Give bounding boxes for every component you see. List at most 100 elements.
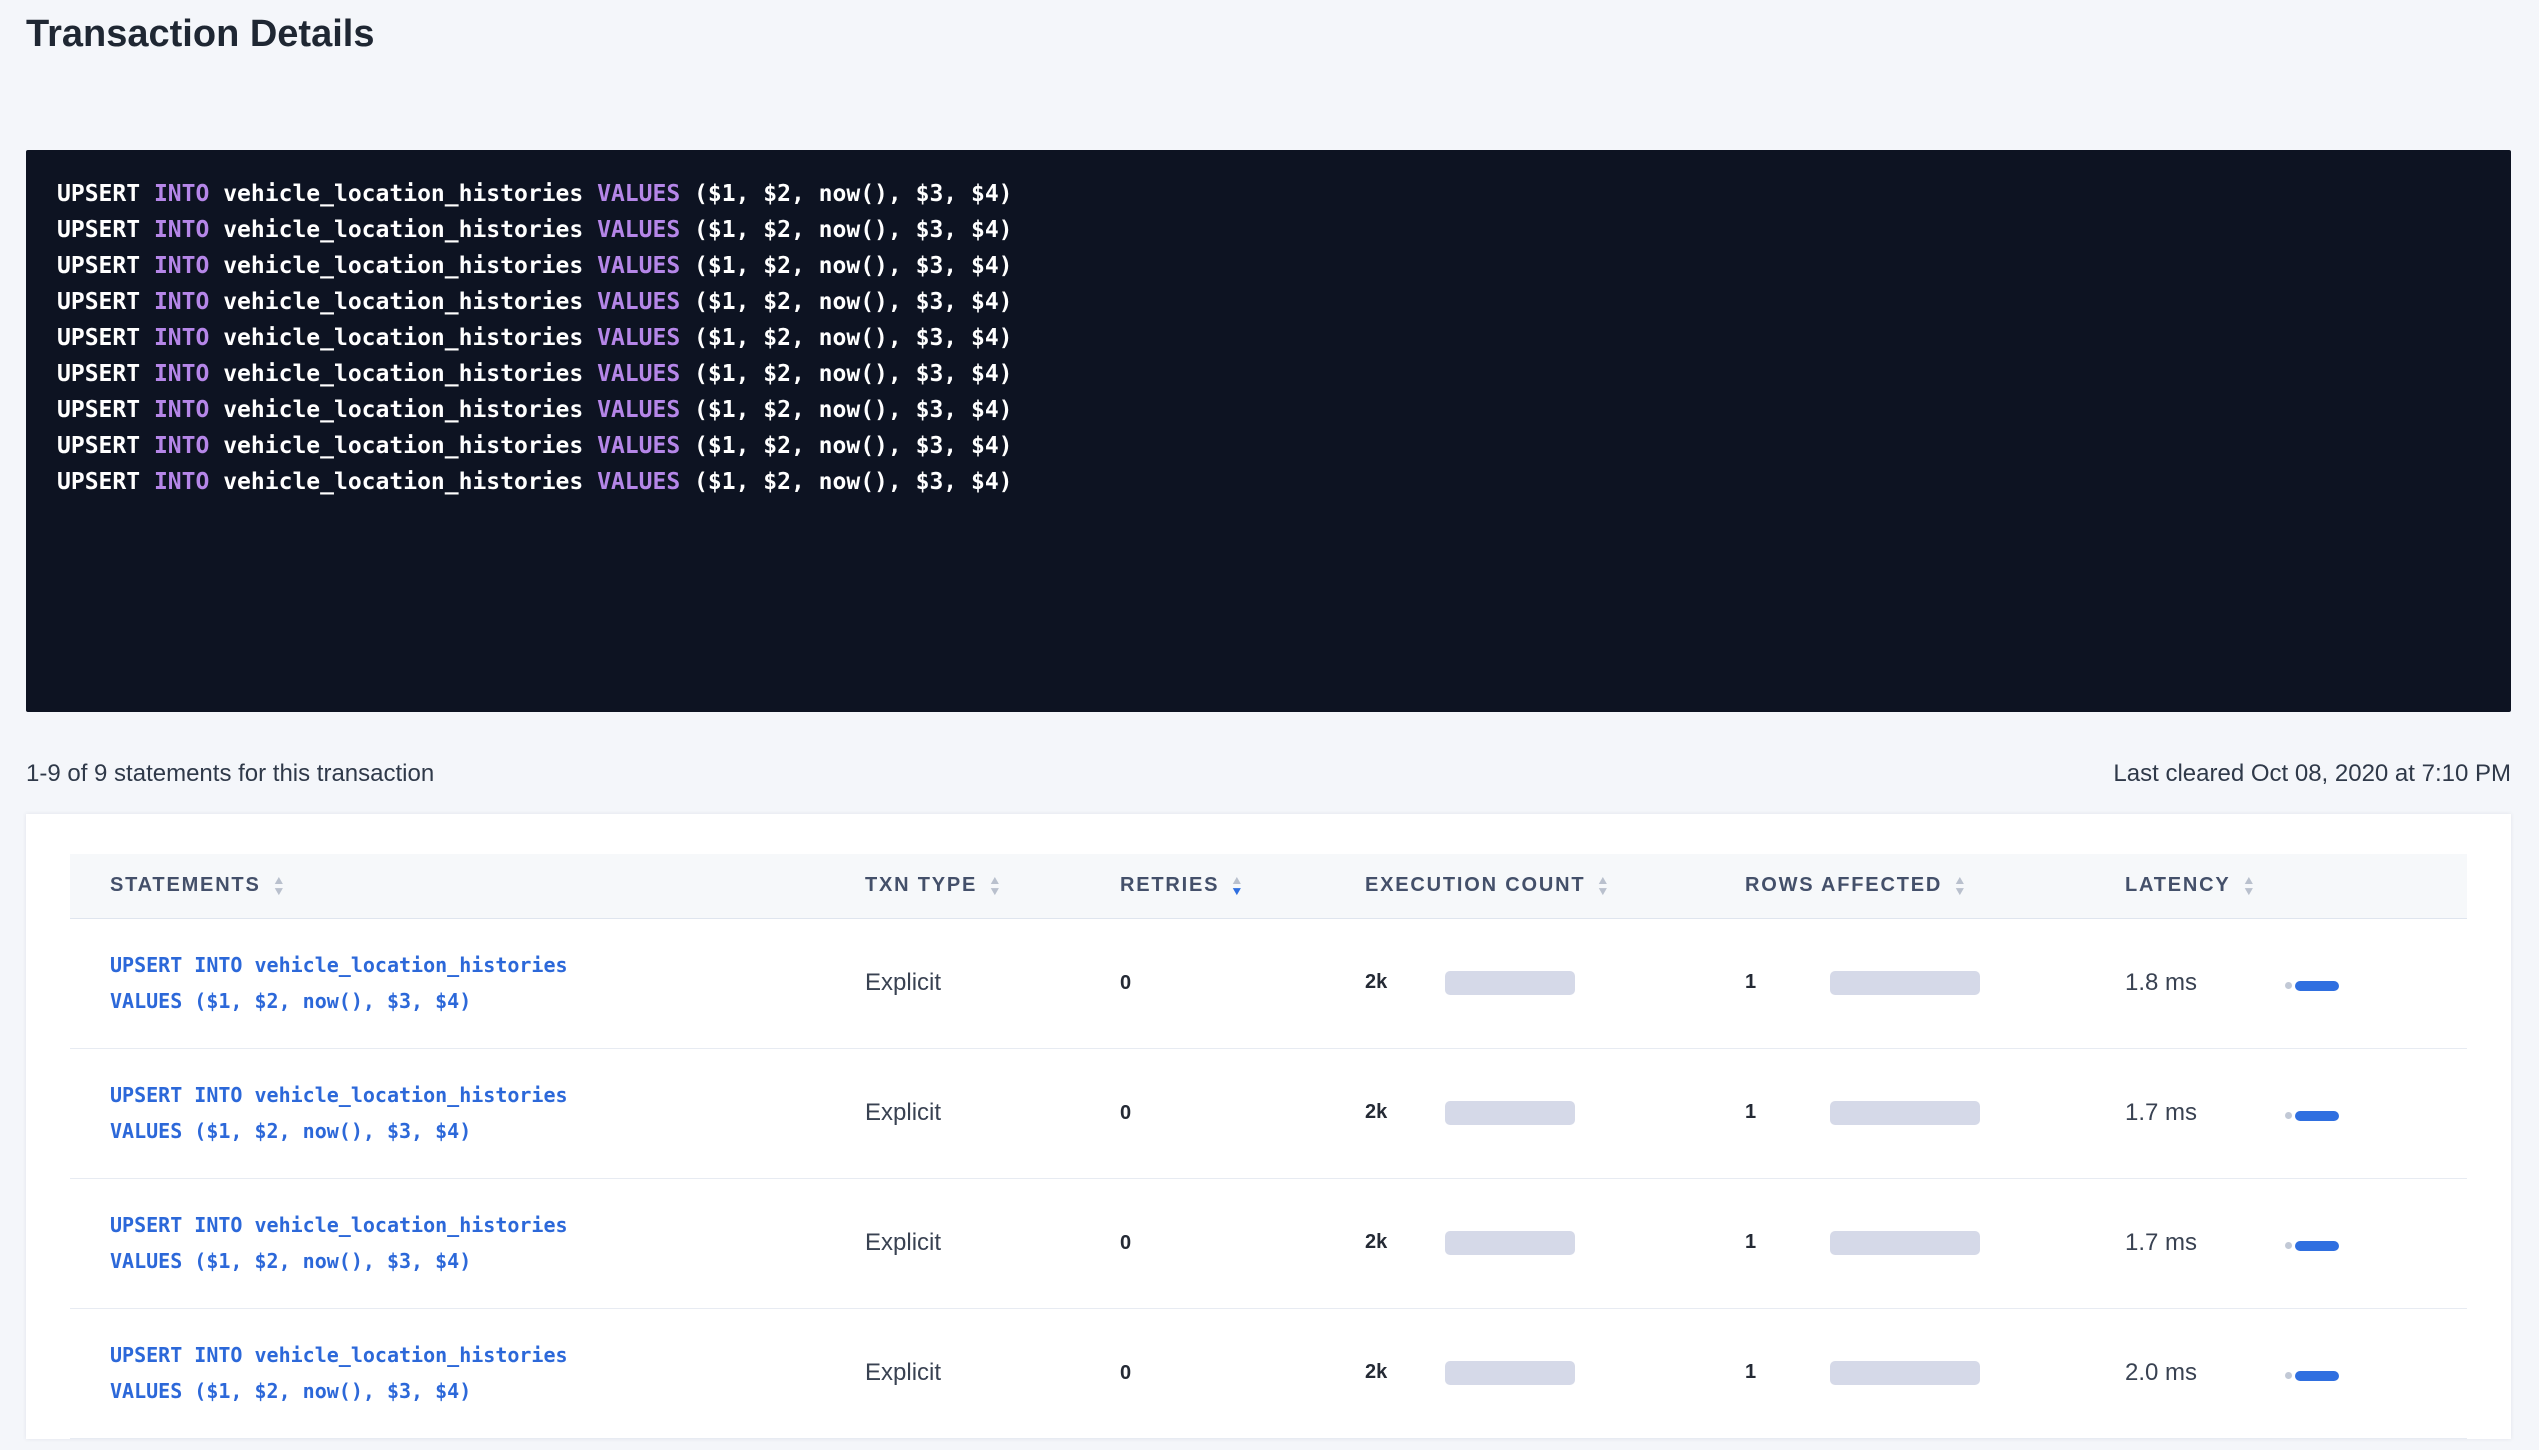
execution-count-value: 2k (1365, 1361, 1445, 1384)
sort-icon: ▲▼ (2243, 875, 2257, 897)
sql-code-line: UPSERT INTO vehicle_location_histories V… (57, 176, 2480, 212)
column-header-latency[interactable]: LATENCY ▲▼ (2125, 854, 2467, 918)
sql-token: INTO (154, 181, 209, 207)
rows-affected-value: 1 (1745, 1231, 1830, 1254)
sql-token: VALUES (597, 397, 680, 423)
latency-bar (2295, 1111, 2339, 1121)
latency-value: 1.8 ms (2125, 969, 2285, 997)
sql-token: vehicle_location_histories (223, 397, 583, 423)
sql-token: INTO (154, 253, 209, 279)
rows-affected-bar (1830, 971, 1980, 995)
sort-icon: ▲▼ (273, 875, 287, 897)
page-title: Transaction Details (26, 10, 2511, 58)
execution-count-bar (1445, 1231, 1575, 1255)
sql-token: UPSERT (57, 325, 140, 351)
latency-bar-origin-dot (2285, 1372, 2292, 1379)
sql-token: ($1, $2, now(), $3, $4) (694, 433, 1013, 459)
sql-token: UPSERT (57, 181, 140, 207)
column-header-rows-affected[interactable]: ROWS AFFECTED ▲▼ (1745, 854, 2125, 918)
sql-token: UPSERT (57, 217, 140, 243)
statement-line-1: UPSERT INTO vehicle_location_histories (110, 1337, 865, 1373)
sql-token: vehicle_location_histories (223, 325, 583, 351)
execution-count-value: 2k (1365, 971, 1445, 994)
execution-count-bar (1445, 1361, 1575, 1385)
sql-code-line: UPSERT INTO vehicle_location_histories V… (57, 212, 2480, 248)
sort-icon: ▲▼ (1954, 875, 1968, 897)
latency-bar-origin-dot (2285, 982, 2292, 989)
sort-icon: ▲▼ (989, 875, 1003, 897)
sort-icon: ▲▼ (1231, 875, 1245, 897)
column-header-label: LATENCY (2125, 874, 2231, 896)
transaction-details-page: Transaction Details UPSERT INTO vehicle_… (0, 0, 2539, 1439)
sql-token: INTO (154, 397, 209, 423)
sql-token: VALUES (597, 469, 680, 495)
sql-token: UPSERT (57, 253, 140, 279)
sql-token: INTO (154, 325, 209, 351)
sql-code-block: UPSERT INTO vehicle_location_histories V… (26, 150, 2511, 712)
statements-table-card: STATEMENTS▲▼TXN TYPE▲▼RETRIES▲▼EXECUTION… (26, 814, 2511, 1439)
sql-token: vehicle_location_histories (223, 217, 583, 243)
sql-token: UPSERT (57, 433, 140, 459)
statement-link[interactable]: UPSERT INTO vehicle_location_historiesVA… (110, 1207, 865, 1279)
rows-affected-value: 1 (1745, 1101, 1830, 1124)
column-header-statements[interactable]: STATEMENTS ▲▼ (70, 854, 865, 918)
sql-token: INTO (154, 433, 209, 459)
sql-code-line: UPSERT INTO vehicle_location_histories V… (57, 248, 2480, 284)
sql-token: UPSERT (57, 361, 140, 387)
rows-affected-bar (1830, 1231, 1980, 1255)
sql-code-line: UPSERT INTO vehicle_location_histories V… (57, 428, 2480, 464)
table-row: UPSERT INTO vehicle_location_historiesVA… (70, 1308, 2467, 1438)
sql-token: vehicle_location_histories (223, 361, 583, 387)
column-header-label: TXN TYPE (865, 874, 977, 896)
latency-value: 1.7 ms (2125, 1099, 2285, 1127)
retries-value: 0 (1120, 1362, 1131, 1385)
execution-count-bar (1445, 971, 1575, 995)
sql-token: VALUES (597, 289, 680, 315)
sql-token: VALUES (597, 181, 680, 207)
rows-affected-value: 1 (1745, 971, 1830, 994)
statement-link[interactable]: UPSERT INTO vehicle_location_historiesVA… (110, 1337, 865, 1409)
column-header-execution-count[interactable]: EXECUTION COUNT ▲▼ (1365, 854, 1745, 918)
table-row: UPSERT INTO vehicle_location_historiesVA… (70, 1048, 2467, 1178)
sql-token: vehicle_location_histories (223, 469, 583, 495)
rows-affected-value: 1 (1745, 1361, 1830, 1384)
retries-value: 0 (1120, 972, 1131, 995)
sql-token: vehicle_location_histories (223, 253, 583, 279)
sql-code-line: UPSERT INTO vehicle_location_histories V… (57, 320, 2480, 356)
sql-token: ($1, $2, now(), $3, $4) (694, 361, 1013, 387)
statement-line-1: UPSERT INTO vehicle_location_histories (110, 1077, 865, 1113)
table-row: UPSERT INTO vehicle_location_historiesVA… (70, 918, 2467, 1048)
latency-bar-chart (2285, 1111, 2339, 1121)
sql-token: VALUES (597, 433, 680, 459)
statements-table: STATEMENTS▲▼TXN TYPE▲▼RETRIES▲▼EXECUTION… (70, 854, 2467, 1439)
sql-token: VALUES (597, 361, 680, 387)
sql-token: ($1, $2, now(), $3, $4) (694, 253, 1013, 279)
txn-type-value: Explicit (865, 969, 941, 996)
column-header-label: ROWS AFFECTED (1745, 874, 1942, 896)
table-header-row: STATEMENTS▲▼TXN TYPE▲▼RETRIES▲▼EXECUTION… (70, 854, 2467, 918)
sql-code-line: UPSERT INTO vehicle_location_histories V… (57, 356, 2480, 392)
sql-token: ($1, $2, now(), $3, $4) (694, 325, 1013, 351)
statement-line-2: VALUES ($1, $2, now(), $3, $4) (110, 1243, 865, 1279)
column-header-retries[interactable]: RETRIES ▲▼ (1120, 854, 1365, 918)
column-header-label: RETRIES (1120, 874, 1219, 896)
retries-value: 0 (1120, 1232, 1131, 1255)
sql-token: UPSERT (57, 289, 140, 315)
latency-bar (2295, 981, 2339, 991)
latency-value: 2.0 ms (2125, 1359, 2285, 1387)
latency-bar-chart (2285, 981, 2339, 991)
last-cleared-text: Last cleared Oct 08, 2020 at 7:10 PM (2113, 760, 2511, 788)
statement-line-2: VALUES ($1, $2, now(), $3, $4) (110, 983, 865, 1019)
statement-line-1: UPSERT INTO vehicle_location_histories (110, 1207, 865, 1243)
sort-icon: ▲▼ (1597, 875, 1611, 897)
statement-link[interactable]: UPSERT INTO vehicle_location_historiesVA… (110, 947, 865, 1019)
txn-type-value: Explicit (865, 1099, 941, 1126)
txn-type-value: Explicit (865, 1359, 941, 1386)
column-header-label: EXECUTION COUNT (1365, 874, 1585, 896)
column-header-label: STATEMENTS (110, 874, 261, 896)
statement-line-2: VALUES ($1, $2, now(), $3, $4) (110, 1373, 865, 1409)
column-header-txn-type[interactable]: TXN TYPE ▲▼ (865, 854, 1120, 918)
statement-line-1: UPSERT INTO vehicle_location_histories (110, 947, 865, 983)
latency-bar-origin-dot (2285, 1242, 2292, 1249)
statement-link[interactable]: UPSERT INTO vehicle_location_historiesVA… (110, 1077, 865, 1149)
